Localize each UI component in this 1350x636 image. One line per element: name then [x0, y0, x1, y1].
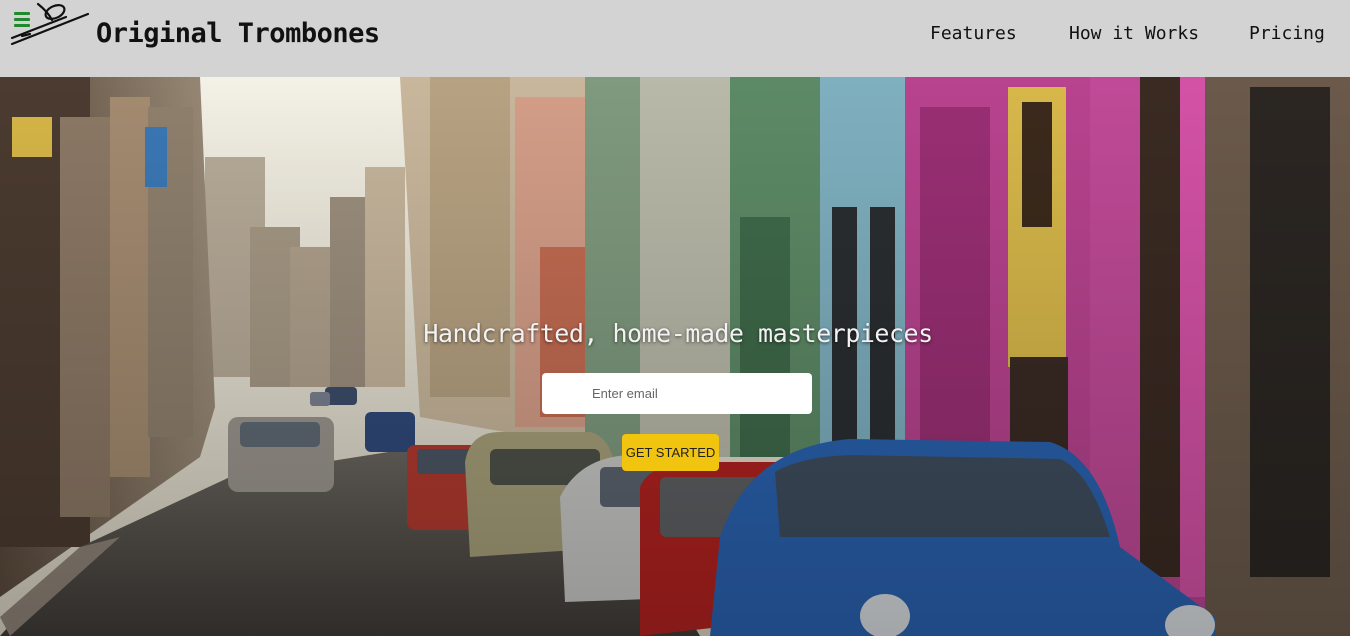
get-started-button[interactable]: GET STARTED — [622, 434, 719, 471]
nav-features[interactable]: Features — [930, 23, 1017, 44]
hero-tagline: Handcrafted, home-made masterpieces — [423, 319, 933, 348]
nav-how-it-works[interactable]: How it Works — [1069, 23, 1199, 44]
hero-background-image — [0, 77, 1350, 636]
trombone-icon[interactable] — [8, 0, 92, 52]
nav-pricing[interactable]: Pricing — [1249, 23, 1325, 44]
hero-section: Handcrafted, home-made masterpieces GET … — [0, 77, 1350, 636]
brand-title[interactable]: Original Trombones — [96, 18, 380, 49]
site-header: Original Trombones Features How it Works… — [0, 0, 1350, 77]
email-input[interactable] — [542, 373, 812, 414]
